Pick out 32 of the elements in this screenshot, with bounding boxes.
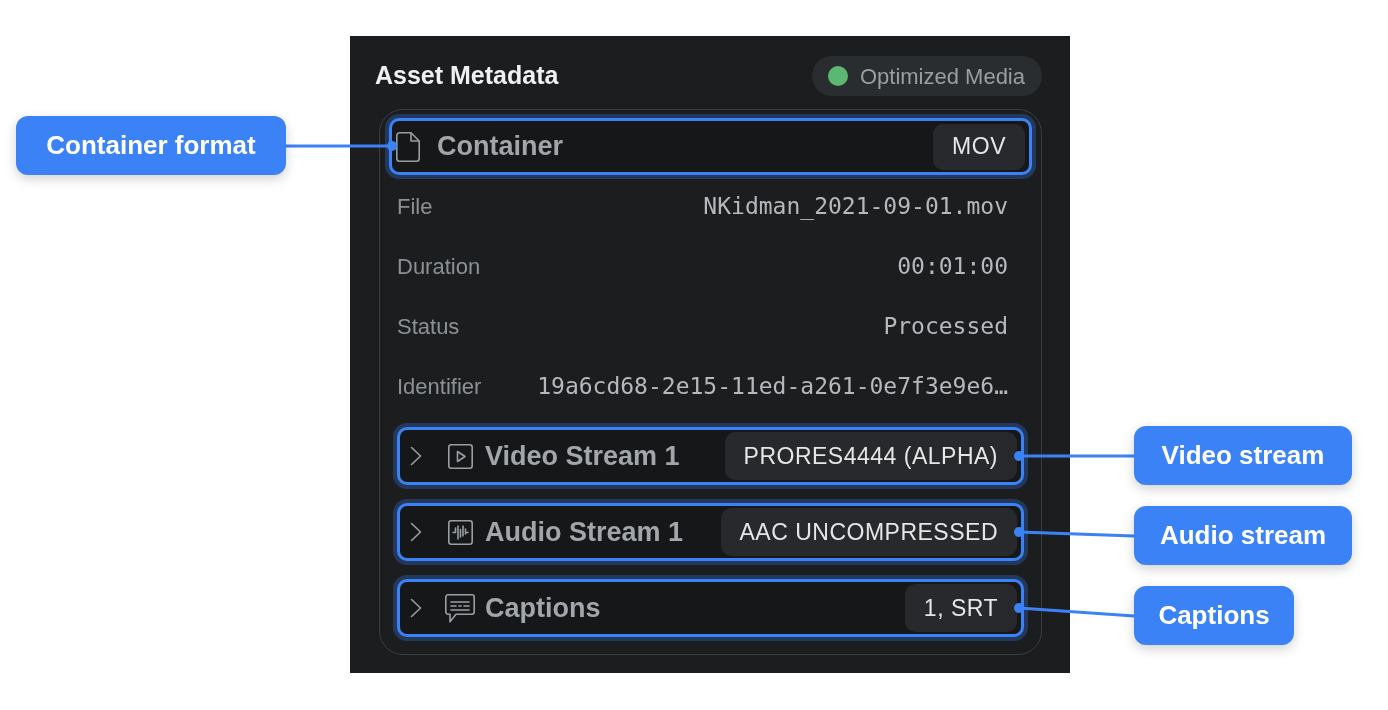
stream-title: Captions	[485, 591, 602, 625]
field-value: 19a6cd68-2e15-11ed-a261-0e7f3e9e6…	[537, 371, 1008, 401]
panel-title: Asset Metadata	[375, 60, 559, 92]
accordion-header[interactable]: Captions 1, SRT	[397, 579, 1024, 637]
callout-label: Captions	[1134, 586, 1294, 645]
field-value: 00:01:00	[897, 251, 1008, 281]
speech-bubble-icon	[445, 593, 475, 623]
stream-title: Video Stream 1	[485, 439, 681, 473]
waveform-icon	[447, 519, 473, 545]
callout-label: Audio stream	[1134, 506, 1352, 565]
accordion-header[interactable]: Audio Stream 1 AAC UNCOMPRESSED	[397, 503, 1024, 561]
callout-label: Video stream	[1134, 426, 1352, 485]
chevron-icon[interactable]	[410, 446, 422, 466]
section-title: Container	[437, 130, 564, 164]
callout-label: Container format	[16, 116, 286, 175]
field-label: File	[397, 192, 433, 221]
stream-title: Audio Stream 1	[485, 515, 685, 549]
format-badge: 1, SRT	[904, 584, 1017, 632]
format-badge: AAC UNCOMPRESSED	[720, 508, 1017, 556]
field-value: NKidman_2021-09-01.mov	[703, 191, 1008, 222]
chevron-icon[interactable]	[410, 522, 422, 542]
field-value: Processed	[883, 311, 1008, 341]
field-label: Duration	[397, 252, 481, 281]
document-icon	[396, 131, 420, 162]
play-icon	[447, 443, 473, 469]
format-badge: PRORES4444 (ALPHA)	[724, 432, 1017, 480]
chevron-icon[interactable]	[410, 598, 422, 618]
field-label: Status	[397, 312, 460, 341]
accordion-header[interactable]: Video Stream 1 PRORES4444 (ALPHA)	[397, 427, 1024, 485]
field-label: Identifier	[397, 372, 482, 401]
status-label: Optimized Media	[859, 62, 1025, 91]
format-badge: MOV	[933, 123, 1025, 170]
